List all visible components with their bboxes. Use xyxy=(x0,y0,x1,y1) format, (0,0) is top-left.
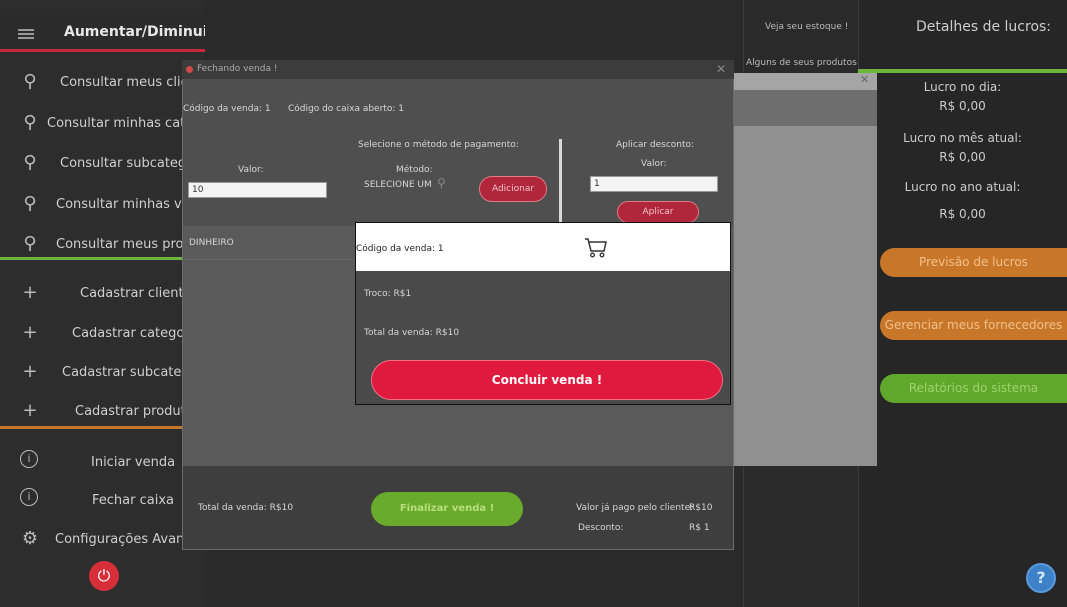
stock-window xyxy=(731,73,877,466)
paid-label: Valor já pago pelo cliente: xyxy=(576,503,694,513)
sidebar-title: Aumentar/Diminuir xyxy=(64,24,215,40)
conclude-sale-button[interactable]: Concluir venda ! xyxy=(371,360,723,400)
payment-method: DINHEIRO xyxy=(189,238,234,248)
sidebar-item-label: Cadastrar cliente xyxy=(80,286,192,301)
sale-code: Código da venda: 1 xyxy=(183,104,271,114)
list-item[interactable]: DINHEIRO xyxy=(183,226,355,260)
profit-day-value: R$ 0,00 xyxy=(939,99,986,113)
apply-discount-button[interactable]: Aplicar xyxy=(617,201,699,223)
method-select[interactable]: SELECIONE UM xyxy=(364,180,432,190)
finalize-sale-button[interactable]: Finalizar venda ! xyxy=(371,492,523,526)
forecast-button[interactable]: Previsão de lucros xyxy=(880,248,1067,277)
popup-sale-code: Código da venda: 1 xyxy=(356,244,444,254)
sidebar-item-label: Iniciar venda xyxy=(91,455,176,470)
close-icon[interactable]: ✕ xyxy=(716,62,726,76)
cart-icon xyxy=(585,238,607,258)
search-icon: ⚲ xyxy=(23,233,37,254)
sidebar-item-register-subcategory[interactable]: + Cadastrar subcategoria xyxy=(0,354,214,392)
sidebar-item-consult-categories[interactable]: ⚲ Consultar minhas categorias xyxy=(0,105,233,143)
info-icon: i xyxy=(20,488,38,506)
stock-window-titlebar xyxy=(731,73,877,90)
sidebar-item-register-category[interactable]: + Cadastrar categoria xyxy=(0,315,205,353)
value-input[interactable]: 10 xyxy=(188,182,327,198)
search-icon: ⚲ xyxy=(23,71,37,92)
method-label: Método: xyxy=(396,165,433,175)
profit-day-label: Lucro no dia: xyxy=(923,80,1002,94)
discount-input[interactable]: 1 xyxy=(590,176,718,192)
discount-header: Aplicar desconto: xyxy=(616,140,695,150)
sidebar-item-consult-sales[interactable]: ⚲ Consultar minhas vendas xyxy=(0,186,221,224)
hamburger-menu-icon[interactable] xyxy=(18,29,34,39)
plus-icon: + xyxy=(22,361,38,382)
search-icon: ⚲ xyxy=(23,193,37,214)
stock-subtitle: Alguns de seus produtos xyxy=(746,58,857,68)
sidebar-item-label: Fechar caixa xyxy=(92,493,174,508)
gear-icon: ⚙ xyxy=(21,528,39,549)
sidebar-separator xyxy=(0,257,205,260)
stock-title[interactable]: Veja seu estoque ! xyxy=(765,22,848,32)
close-icon[interactable]: ✕ xyxy=(860,73,869,86)
divider xyxy=(559,139,562,225)
power-button[interactable]: ⏻ xyxy=(89,561,119,591)
stock-window-header-row xyxy=(731,90,877,126)
sidebar-item-advanced-settings[interactable]: ⚙ Configurações Avançadas xyxy=(0,521,222,559)
cash-code: Código do caixa aberto: 1 xyxy=(288,104,404,114)
info-icon: i xyxy=(20,450,38,468)
sidebar-item-register-client[interactable]: + Cadastrar cliente xyxy=(0,275,205,313)
suppliers-button[interactable]: Gerenciar meus fornecedores xyxy=(880,311,1067,340)
add-button[interactable]: Adicionar xyxy=(479,176,547,202)
profit-month-value: R$ 0,00 xyxy=(939,150,986,164)
paid-value: R$10 xyxy=(689,503,713,513)
search-icon: ⚲ xyxy=(23,152,37,173)
footer-total: Total da venda: R$10 xyxy=(198,503,294,513)
search-icon: ⚲ xyxy=(23,112,37,133)
profit-year-value: R$ 0,00 xyxy=(939,207,986,221)
sidebar-item-consult-clients[interactable]: ⚲ Consultar meus clientes xyxy=(0,64,216,102)
sidebar-item-label: Cadastrar produto xyxy=(75,404,194,419)
profit-separator xyxy=(858,69,1067,73)
dialog-title: Fechando venda ! xyxy=(197,64,278,74)
reports-button[interactable]: Relatórios do sistema xyxy=(880,374,1067,403)
plus-icon: + xyxy=(22,282,38,303)
discount-amount: R$ 1 xyxy=(689,523,710,533)
profit-month-label: Lucro no mês atual: xyxy=(903,131,1022,145)
sidebar-item-start-sale[interactable]: i Iniciar venda xyxy=(0,444,205,482)
discount-label: Desconto: xyxy=(578,523,624,533)
sidebar-item-close-cash[interactable]: i Fechar caixa xyxy=(0,482,205,520)
value-label: Valor: xyxy=(238,165,264,175)
popup-total: Total da venda: R$10 xyxy=(364,328,460,338)
payment-method-header: Selecione o método de pagamento: xyxy=(358,140,519,150)
plus-icon: + xyxy=(22,400,38,421)
sidebar-item-consult-subcategories[interactable]: ⚲ Consultar subcategorias xyxy=(0,145,217,183)
profit-title: Detalhes de lucros: xyxy=(916,19,1052,35)
change-amount: Troco: R$1 xyxy=(364,289,412,299)
sidebar-separator xyxy=(0,426,205,429)
discount-value-label: Valor: xyxy=(641,159,667,169)
profit-year-label: Lucro no ano atual: xyxy=(904,180,1021,194)
search-icon[interactable]: ⚲ xyxy=(437,176,446,190)
help-icon[interactable]: ? xyxy=(1026,563,1056,593)
plus-icon: + xyxy=(22,322,38,343)
app-icon xyxy=(186,66,193,73)
